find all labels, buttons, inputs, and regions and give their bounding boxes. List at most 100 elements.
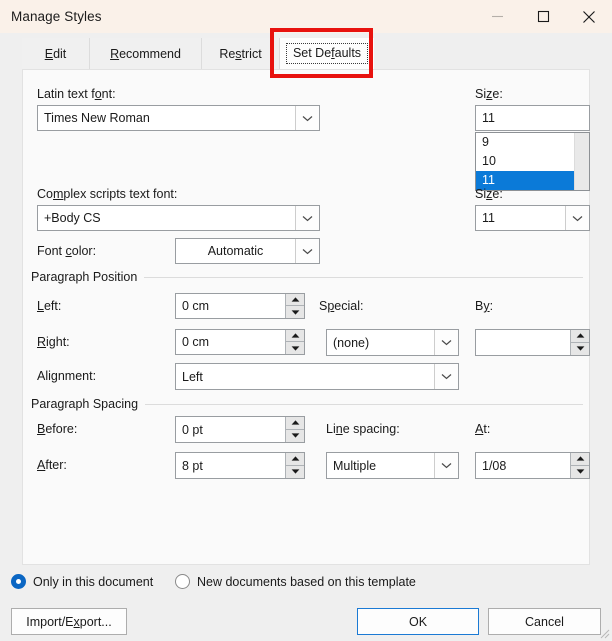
paragraph-spacing-group-header: Paragraph Spacing: [31, 397, 583, 411]
left-indent-spinner[interactable]: 0 cm: [175, 293, 305, 319]
complex-font-label: Complex scripts text font:: [37, 187, 178, 201]
paragraph-spacing-group-label: Paragraph Spacing: [31, 397, 139, 411]
spinner-up-icon[interactable]: [286, 417, 304, 430]
spacing-before-spinner[interactable]: 0 pt: [175, 416, 305, 443]
radio-new-documents-template[interactable]: New documents based on this template: [175, 574, 416, 589]
by-value: [476, 330, 570, 355]
window-title: Manage Styles: [11, 9, 102, 24]
spacing-after-value: 8 pt: [182, 458, 203, 473]
import-export-label: Import/Export...: [26, 614, 112, 629]
ok-button[interactable]: OK: [357, 608, 479, 635]
alignment-combobox[interactable]: Left: [175, 363, 459, 390]
at-stepper[interactable]: [570, 453, 589, 478]
radio-selected-icon: [11, 574, 26, 589]
set-defaults-panel: Latin text font: Times New Roman Size: 1…: [22, 69, 590, 565]
special-combobox[interactable]: (none): [326, 329, 459, 356]
size-list-scrollbar[interactable]: [574, 133, 589, 190]
chevron-down-icon[interactable]: [434, 364, 458, 389]
right-indent-label: Right:: [37, 335, 70, 349]
complex-size-combobox[interactable]: 11: [475, 205, 590, 231]
chevron-down-icon[interactable]: [295, 239, 319, 263]
minimize-button[interactable]: [474, 0, 520, 33]
spinner-up-icon[interactable]: [286, 294, 304, 306]
spacing-after-spinner[interactable]: 8 pt: [175, 452, 305, 479]
close-button[interactable]: [566, 0, 612, 33]
minimize-icon: [491, 10, 504, 23]
complex-size-value: 11: [482, 211, 495, 225]
tab-set-defaults-label-pre: Set De: [292, 46, 332, 60]
latin-size-dropdown-list[interactable]: 9 10 11: [475, 132, 590, 191]
spacing-after-stepper[interactable]: [285, 453, 304, 478]
left-indent-label: Left:: [37, 299, 62, 313]
tab-strip: Edit Recommend Restrict Set Defaults: [22, 38, 374, 69]
at-label: At:: [475, 422, 491, 436]
spinner-down-icon[interactable]: [286, 429, 304, 442]
spacing-before-label: Before:: [37, 422, 78, 436]
by-spinner[interactable]: [475, 329, 590, 356]
complex-font-combobox[interactable]: +Body CS: [37, 205, 320, 231]
tab-recommend[interactable]: Recommend: [90, 38, 202, 69]
title-bar[interactable]: Manage Styles: [0, 0, 612, 33]
import-export-button[interactable]: Import/Export...: [11, 608, 127, 635]
ok-label: OK: [408, 614, 428, 629]
latin-font-combobox[interactable]: Times New Roman: [37, 105, 320, 131]
chevron-down-icon[interactable]: [295, 106, 319, 130]
spinner-down-icon[interactable]: [286, 306, 304, 318]
radio-unselected-icon: [175, 574, 190, 589]
spinner-up-icon[interactable]: [286, 330, 304, 342]
spinner-down-icon[interactable]: [286, 342, 304, 354]
font-color-value: Automatic: [207, 244, 264, 258]
by-label: By:: [475, 299, 494, 313]
spacing-after-label: After:: [37, 458, 67, 472]
spacing-before-value: 0 pt: [182, 422, 203, 437]
latin-size-label: Size:: [475, 87, 503, 101]
chevron-down-icon[interactable]: [295, 206, 319, 230]
line-spacing-label: Line spacing:: [326, 422, 400, 436]
tab-set-defaults[interactable]: Set Defaults: [280, 38, 374, 69]
chevron-down-icon[interactable]: [565, 206, 589, 230]
chevron-down-icon[interactable]: [434, 330, 458, 355]
font-color-combobox[interactable]: Automatic: [175, 238, 320, 264]
spinner-down-icon[interactable]: [571, 342, 589, 355]
size-option-10[interactable]: 10: [476, 152, 574, 171]
right-indent-stepper[interactable]: [285, 330, 304, 354]
close-icon: [582, 10, 596, 24]
tab-set-defaults-label-post: aults: [334, 46, 362, 60]
tab-recommend-accel: R: [110, 46, 120, 61]
at-spinner[interactable]: 1/08: [475, 452, 590, 479]
tab-restrict-label-pre: Re: [219, 46, 236, 61]
by-stepper[interactable]: [570, 330, 589, 355]
chevron-down-icon[interactable]: [434, 453, 458, 478]
tab-recommend-label: ecommend: [119, 46, 181, 61]
spinner-up-icon[interactable]: [571, 330, 589, 343]
spinner-down-icon[interactable]: [571, 465, 589, 478]
left-indent-stepper[interactable]: [285, 294, 304, 318]
tab-edit[interactable]: Edit: [22, 38, 90, 69]
tab-edit-label: dit: [53, 46, 67, 61]
latin-size-input[interactable]: 11: [475, 105, 590, 131]
group-divider: [144, 276, 583, 278]
latin-font-label: Latin text font:: [37, 87, 116, 101]
radio-only-in-this-document[interactable]: Only in this document: [11, 574, 153, 589]
cancel-button[interactable]: Cancel: [488, 608, 601, 635]
complex-font-value: +Body CS: [44, 211, 101, 225]
line-spacing-combobox[interactable]: Multiple: [326, 452, 459, 479]
complex-size-label: Size:: [475, 187, 503, 201]
scope-radio-group: Only in this document New documents base…: [0, 570, 612, 596]
size-option-items: 9 10 11: [476, 133, 574, 190]
spinner-up-icon[interactable]: [571, 453, 589, 466]
right-indent-spinner[interactable]: 0 cm: [175, 329, 305, 355]
alignment-value: Left: [182, 369, 203, 384]
manage-styles-dialog: Manage Styles Edit Recommend Restrict Se…: [0, 0, 612, 641]
spacing-before-stepper[interactable]: [285, 417, 304, 442]
spinner-down-icon[interactable]: [286, 465, 304, 478]
tab-restrict-label-post: trict: [241, 46, 262, 61]
maximize-button[interactable]: [520, 0, 566, 33]
tab-restrict[interactable]: Restrict: [202, 38, 280, 69]
tab-edit-accel: E: [44, 46, 54, 61]
latin-size-value: 11: [482, 111, 495, 125]
resize-grip[interactable]: [598, 627, 610, 639]
spinner-up-icon[interactable]: [286, 453, 304, 466]
size-option-9[interactable]: 9: [476, 133, 574, 152]
special-label: Special:: [319, 299, 364, 313]
